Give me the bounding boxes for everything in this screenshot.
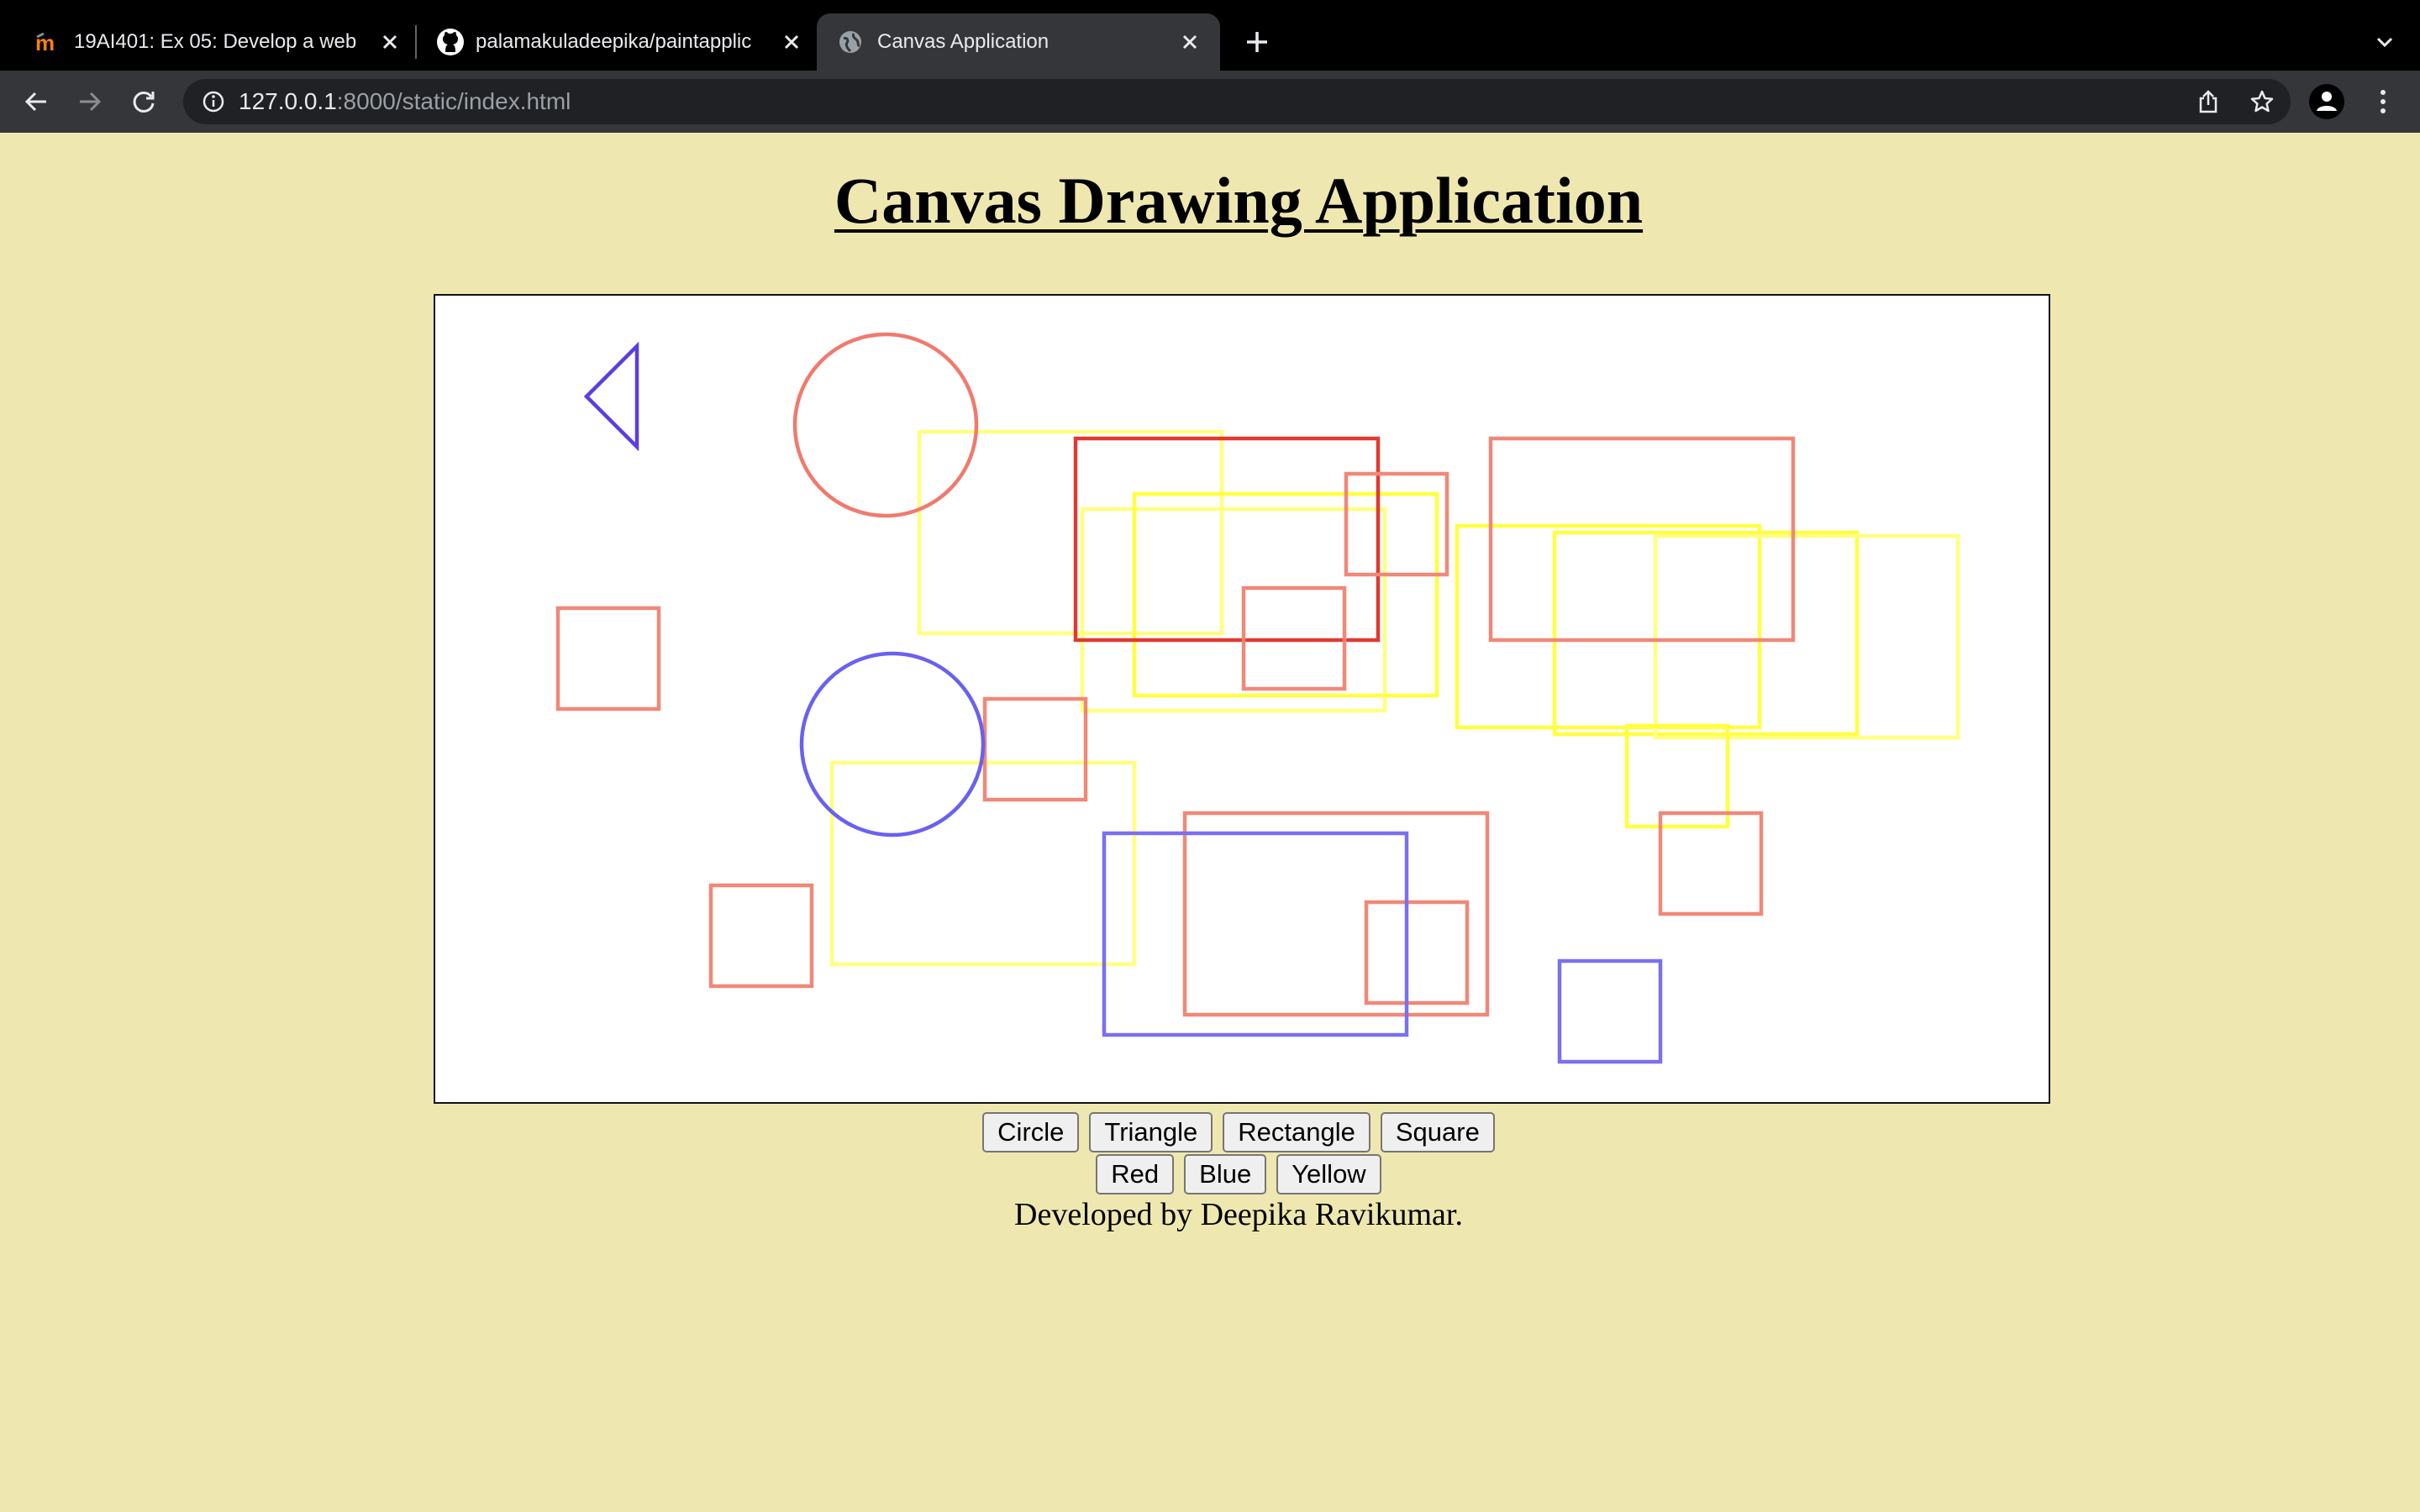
svg-text:m: m [35, 30, 55, 55]
tab-search-chevron-down-icon[interactable] [2368, 25, 2402, 59]
red-rectangle [1488, 436, 1796, 643]
red-square [555, 606, 661, 711]
blue-button[interactable]: Blue [1184, 1154, 1267, 1194]
tab-close-icon[interactable] [375, 27, 405, 57]
red-square [1344, 471, 1449, 577]
tab-title: 19AI401: Ex 05: Develop a web [74, 30, 357, 53]
red-square [1364, 900, 1470, 1005]
address-bar[interactable]: 127.0.0.1:8000/static/index.html [183, 79, 2291, 124]
yellow-rectangle [1132, 491, 1439, 698]
url-host: 127.0.0.1 [239, 88, 337, 114]
blue-triangle [583, 341, 639, 452]
red-circle [792, 332, 979, 518]
red-button[interactable]: Red [1096, 1154, 1175, 1194]
red-square [708, 883, 814, 989]
url-path: :8000/static/index.html [336, 88, 571, 114]
yellow-rectangle [1455, 523, 1762, 730]
rectangle-button[interactable]: Rectangle [1223, 1112, 1370, 1152]
tab-github[interactable]: palamakuladeepika/paintapplic [420, 13, 815, 71]
bookmark-star-icon[interactable] [2247, 87, 2277, 117]
circle-button[interactable]: Circle [982, 1112, 1080, 1152]
globe-icon [837, 29, 864, 55]
share-icon[interactable] [2193, 87, 2223, 117]
footer-credit: Developed by Deepika Ravikumar. [1014, 1197, 1463, 1232]
back-arrow-icon[interactable] [17, 82, 55, 121]
reload-icon[interactable] [124, 82, 163, 121]
new-tab-plus-icon[interactable] [1240, 25, 1274, 59]
red-rectangle [1182, 811, 1490, 1017]
tab-close-icon[interactable] [776, 27, 807, 57]
blue-square [1557, 958, 1663, 1064]
yellow-rectangle [1080, 507, 1387, 713]
red-rectangle [1073, 436, 1381, 643]
yellow-button[interactable]: Yellow [1276, 1154, 1381, 1194]
drawing-canvas[interactable] [434, 294, 2050, 1104]
tab-title: palamakuladeepika/paintapplic [476, 30, 752, 53]
site-info-icon[interactable] [198, 87, 229, 117]
moodle-icon: m [34, 29, 60, 55]
color-button-row: Red Blue Yellow [0, 1154, 2420, 1194]
forward-arrow-icon[interactable] [71, 82, 109, 121]
profile-avatar-icon[interactable] [2309, 84, 2344, 119]
square-button[interactable]: Square [1380, 1112, 1495, 1152]
browser-toolbar: 127.0.0.1:8000/static/index.html [0, 71, 2420, 133]
tab-canvas-application[interactable]: Canvas Application [817, 13, 1220, 71]
yellow-rectangle [1653, 533, 1960, 740]
triangle-button[interactable]: Triangle [1089, 1112, 1213, 1152]
yellow-rectangle [917, 429, 1224, 636]
blue-circle [799, 651, 986, 837]
url-text[interactable]: 127.0.0.1:8000/static/index.html [239, 79, 571, 124]
tab-title: Canvas Application [877, 30, 1050, 53]
blue-rectangle [1102, 831, 1409, 1037]
page-title: Canvas Drawing Application [834, 164, 1644, 237]
tab-moodle[interactable]: m 19AI401: Ex 05: Develop a web [17, 13, 412, 71]
kebab-menu-icon[interactable] [2368, 84, 2398, 119]
yellow-rectangle [1552, 530, 1860, 737]
github-icon [435, 27, 466, 57]
browser-tab-strip: m 19AI401: Ex 05: Develop a web palamaku… [0, 0, 2420, 71]
tab-divider [415, 25, 417, 59]
red-square [982, 696, 1088, 802]
shape-button-row: Circle Triangle Rectangle Square [0, 1112, 2420, 1152]
tab-close-icon[interactable] [1175, 27, 1205, 57]
